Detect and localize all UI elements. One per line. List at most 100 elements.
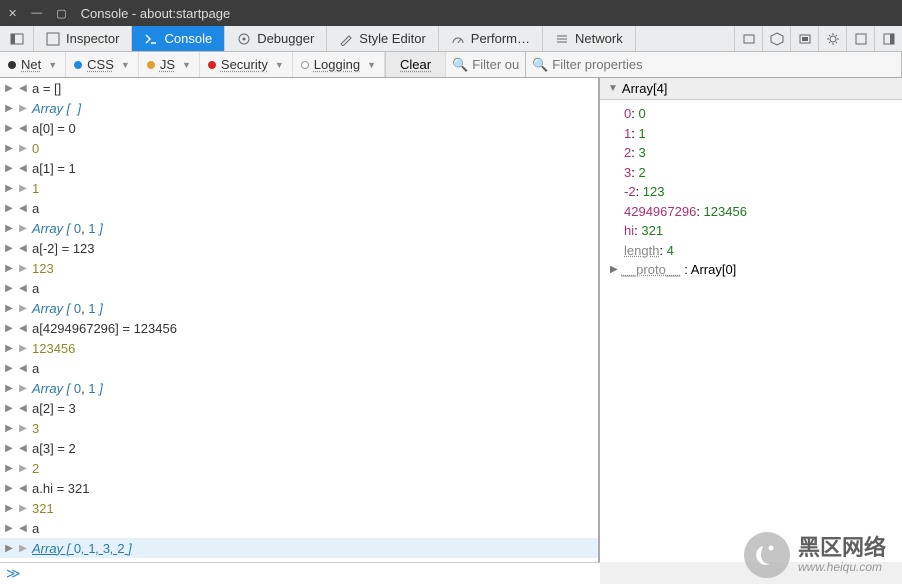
console-row[interactable]: ▶◀a (0, 358, 598, 378)
row-text: a (30, 281, 39, 296)
close-icon[interactable]: ✕ (8, 7, 17, 20)
console-row[interactable]: ▶◀a (0, 518, 598, 538)
property-line[interactable]: 3: 2 (624, 163, 902, 183)
console-row[interactable]: ▶▶Array [ 0, 1, 3, 2 ] (0, 538, 598, 558)
console-row[interactable]: ▶◀a[4294967296] = 123456 (0, 318, 598, 338)
property-line[interactable]: 0: 0 (624, 104, 902, 124)
filter-js[interactable]: JS ▼ (139, 52, 200, 77)
expand-icon[interactable]: ▶ (2, 483, 16, 494)
console-row[interactable]: ▶▶Array [ 0, 1 ] (0, 218, 598, 238)
filter-properties-input[interactable] (552, 57, 895, 72)
devtools-toolbar: Inspector Console Debugger Style Editor … (0, 26, 902, 52)
expand-icon[interactable]: ▶ (2, 363, 16, 374)
expand-icon[interactable]: ▶ (2, 523, 16, 534)
console-row[interactable]: ▶▶123 (0, 258, 598, 278)
chevron-down-icon: ▼ (275, 60, 284, 70)
expand-icon[interactable]: ▶ (2, 163, 16, 174)
frame-select-icon[interactable] (734, 26, 762, 51)
property-line[interactable]: -2: 123 (624, 182, 902, 202)
dot-icon (74, 61, 82, 69)
console-row[interactable]: ▶▶123456 (0, 338, 598, 358)
expand-icon[interactable]: ▶ (2, 123, 16, 134)
console-row[interactable]: ▶▶0 (0, 138, 598, 158)
dock-icon[interactable] (846, 26, 874, 51)
expand-icon[interactable]: ▶ (2, 183, 16, 194)
property-line[interactable]: 1: 1 (624, 124, 902, 144)
expand-icon[interactable]: ▶ (2, 503, 16, 514)
filter-security[interactable]: Security ▼ (200, 52, 293, 77)
console-row[interactable]: ▶◀a = [] (0, 78, 598, 98)
tab-network[interactable]: Network (543, 26, 636, 51)
row-text: 0 (30, 141, 39, 156)
console-row[interactable]: ▶▶2 (0, 458, 598, 478)
console-prompt[interactable]: ≫ (0, 562, 600, 584)
tab-style-editor[interactable]: Style Editor (327, 26, 438, 51)
props-header[interactable]: ▼ Array[4] (600, 78, 902, 100)
expand-icon[interactable]: ▶ (2, 283, 16, 294)
screenshot-icon[interactable] (790, 26, 818, 51)
direction-icon: ◀ (16, 243, 30, 254)
expand-icon[interactable]: ▶ (2, 223, 16, 234)
property-proto[interactable]: ▶ __proto__: Array[0] (610, 260, 902, 280)
expand-icon[interactable]: ▶ (2, 243, 16, 254)
console-row[interactable]: ▶◀a[-2] = 123 (0, 238, 598, 258)
expand-icon[interactable]: ▶ (2, 543, 16, 554)
box-model-icon[interactable] (762, 26, 790, 51)
console-row[interactable]: ▶◀a[2] = 3 (0, 398, 598, 418)
expand-icon[interactable]: ▶ (2, 343, 16, 354)
row-text: 2 (30, 461, 39, 476)
tab-console[interactable]: Console (132, 26, 225, 51)
console-output-pane[interactable]: ▶◀a = []▶▶Array [ ]▶◀a[0] = 0▶▶0▶◀a[1] =… (0, 78, 600, 562)
console-row[interactable]: ▶◀a (0, 198, 598, 218)
console-row[interactable]: ▶◀a[1] = 1 (0, 158, 598, 178)
console-row[interactable]: ▶◀a.hi = 321 (0, 478, 598, 498)
property-line[interactable]: hi: 321 (624, 221, 902, 241)
console-row[interactable]: ▶◀a (0, 278, 598, 298)
expand-icon[interactable]: ▶ (2, 103, 16, 114)
row-text: Array [ 0, 1 ] (30, 381, 103, 396)
direction-icon: ◀ (16, 203, 30, 214)
console-row[interactable]: ▶▶Array [ 0, 1 ] (0, 378, 598, 398)
twisty-right-icon[interactable]: ▶ (610, 262, 618, 277)
dock-side-icon[interactable] (874, 26, 902, 51)
console-row[interactable]: ▶▶1 (0, 178, 598, 198)
maximize-icon[interactable]: ▢ (56, 7, 66, 20)
sidebar-toggle-icon[interactable] (0, 26, 34, 51)
expand-icon[interactable]: ▶ (2, 323, 16, 334)
minimize-icon[interactable]: — (31, 7, 42, 19)
twisty-down-icon[interactable]: ▼ (608, 83, 618, 94)
filter-css[interactable]: CSS ▼ (66, 52, 139, 77)
expand-icon[interactable]: ▶ (2, 463, 16, 474)
property-line[interactable]: 2: 3 (624, 143, 902, 163)
filter-properties-search[interactable]: 🔍 (526, 52, 902, 77)
expand-icon[interactable]: ▶ (2, 423, 16, 434)
property-length[interactable]: length: 4 (624, 241, 902, 261)
console-row[interactable]: ▶▶Array [ 0, 1 ] (0, 298, 598, 318)
settings-icon[interactable] (818, 26, 846, 51)
filter-output-input[interactable] (472, 57, 519, 72)
expand-icon[interactable]: ▶ (2, 383, 16, 394)
console-row[interactable]: ▶◀a[3] = 2 (0, 438, 598, 458)
console-row[interactable]: ▶▶3 (0, 418, 598, 438)
expand-icon[interactable]: ▶ (2, 143, 16, 154)
expand-icon[interactable]: ▶ (2, 203, 16, 214)
property-line[interactable]: 4294967296: 123456 (624, 202, 902, 222)
console-row[interactable]: ▶▶321 (0, 498, 598, 518)
filter-net[interactable]: Net ▼ (0, 52, 66, 77)
expand-icon[interactable]: ▶ (2, 263, 16, 274)
row-text: a[1] = 1 (30, 161, 76, 176)
expand-icon[interactable]: ▶ (2, 303, 16, 314)
clear-button[interactable]: Clear (385, 52, 446, 77)
tab-debugger[interactable]: Debugger (225, 26, 327, 51)
expand-icon[interactable]: ▶ (2, 443, 16, 454)
console-row[interactable]: ▶◀a[0] = 0 (0, 118, 598, 138)
direction-icon: ◀ (16, 363, 30, 374)
console-row[interactable]: ▶▶Array [ ] (0, 98, 598, 118)
expand-icon[interactable]: ▶ (2, 83, 16, 94)
tab-performance[interactable]: Perform… (439, 26, 543, 51)
expand-icon[interactable]: ▶ (2, 403, 16, 414)
filter-output-search[interactable]: 🔍 (446, 52, 526, 77)
tab-inspector[interactable]: Inspector (34, 26, 132, 51)
direction-icon: ◀ (16, 323, 30, 334)
filter-logging[interactable]: Logging ▼ (293, 52, 385, 77)
